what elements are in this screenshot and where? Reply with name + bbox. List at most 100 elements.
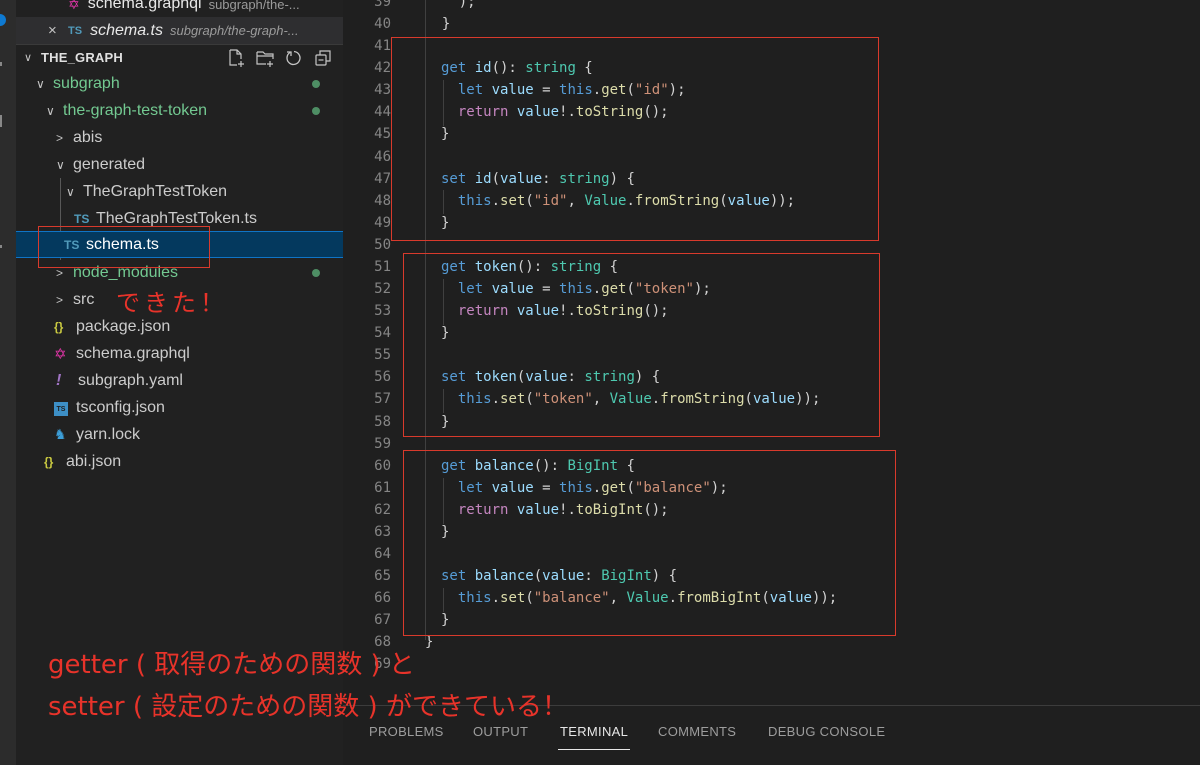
tree-folder-the-graph-test-token[interactable]: ∨ the-graph-test-token	[16, 97, 343, 124]
notification-badge[interactable]	[0, 14, 6, 26]
tree-item-label: subgraph	[53, 74, 120, 92]
annotation-done: できた！	[116, 289, 228, 317]
activity-icon-fragment[interactable]	[0, 62, 2, 66]
annotation-getter: getter ( 取得のための関数 ) と	[48, 650, 415, 680]
refresh-icon[interactable]	[284, 48, 304, 68]
tab-output[interactable]: OUTPUT	[473, 724, 528, 739]
tree-item-label: abi.json	[66, 452, 122, 470]
activity-icon-fragment[interactable]	[0, 115, 2, 127]
line-number: 67	[374, 612, 391, 629]
line-number: 43	[374, 82, 391, 99]
tree-item-label: package.json	[76, 317, 171, 335]
line-number: 56	[374, 369, 391, 386]
line-number: 44	[374, 104, 391, 121]
open-editor-path: subgraph/the-graph-...	[169, 23, 299, 38]
line-number: 50	[374, 236, 391, 253]
tree-item-label: TheGraphTestToken.ts	[96, 209, 257, 227]
line-number: 63	[374, 523, 391, 540]
tab-terminal[interactable]: TERMINAL	[557, 724, 631, 750]
new-file-icon[interactable]	[226, 48, 246, 68]
chevron-down-icon: ∨	[24, 52, 33, 64]
git-modified-dot	[312, 268, 320, 277]
git-modified-dot	[312, 79, 320, 88]
workspace-title: THE_GRAPH	[41, 50, 123, 65]
tsconfig-icon: TS	[54, 400, 76, 416]
line-number: 65	[374, 568, 391, 585]
tree-item-label: src	[73, 290, 95, 308]
line-number: 59	[374, 435, 391, 452]
annotation-setter: setter ( 設定のための関数 ) ができている！	[48, 692, 568, 722]
chevron-down-icon: ∨	[66, 184, 75, 199]
tree-item-label: tsconfig.json	[76, 398, 165, 416]
line-number: 45	[374, 126, 391, 143]
tab-problems[interactable]: PROBLEMS	[369, 724, 444, 739]
line-number: 42	[374, 60, 391, 77]
line-number: 60	[374, 457, 391, 474]
tree-item-label: abis	[73, 128, 103, 146]
tree-folder-subgraph[interactable]: ∨ subgraph	[16, 70, 343, 97]
line-number: 58	[374, 413, 391, 430]
chevron-right-icon: >	[56, 130, 64, 145]
close-icon[interactable]: ×	[48, 22, 68, 39]
line-number: 48	[374, 192, 391, 209]
activity-bar	[0, 0, 16, 765]
chevron-down-icon: ∨	[56, 157, 65, 172]
open-editor-item[interactable]: ✡ schema.graphql subgraph/the-...	[16, 0, 343, 17]
line-number: 54	[374, 325, 391, 342]
activity-icon-fragment[interactable]	[0, 245, 2, 248]
tree-folder-thegraphtesttoken[interactable]: ∨ TheGraphTestToken	[16, 178, 343, 205]
open-editor-name: schema.graphql	[87, 0, 202, 12]
open-editor-name: schema.ts	[90, 21, 163, 39]
tree-file-tsconfig-json[interactable]: TS tsconfig.json	[16, 394, 343, 421]
line-number: 41	[374, 38, 391, 55]
line-number: 64	[374, 546, 391, 562]
tree-file-abi-json[interactable]: {} abi.json	[16, 448, 343, 475]
line-number: 62	[374, 501, 391, 518]
json-braces-icon: {}	[54, 319, 64, 334]
yarn-cat-icon: ♞	[54, 426, 67, 442]
code-line[interactable]: 40 }	[343, 13, 1200, 35]
line-number: 61	[374, 479, 391, 496]
line-number: 49	[374, 214, 391, 231]
line-number: 40	[374, 16, 391, 33]
chevron-right-icon: >	[56, 292, 64, 307]
tree-item-label: subgraph.yaml	[78, 371, 183, 389]
tab-debug-console[interactable]: DEBUG CONSOLE	[768, 724, 885, 739]
highlight-box-token	[403, 253, 880, 437]
tree-item-label: schema.graphql	[76, 344, 190, 362]
highlight-box-balance	[403, 450, 896, 636]
code-text: );	[425, 0, 476, 10]
line-number: 51	[374, 258, 391, 275]
open-editor-item-active[interactable]: × TS schema.ts subgraph/the-graph-...	[16, 17, 343, 44]
typescript-icon: TS	[74, 211, 90, 226]
chevron-down-icon: ∨	[36, 76, 45, 91]
tree-folder-generated[interactable]: ∨ generated	[16, 151, 343, 178]
collapse-all-icon[interactable]	[313, 48, 333, 68]
code-line[interactable]: 69	[343, 653, 1200, 675]
line-number: 53	[374, 303, 391, 320]
tree-item-label: generated	[73, 155, 146, 173]
explorer-section-header[interactable]: ∨ THE_GRAPH	[16, 45, 343, 70]
chevron-down-icon: ∨	[46, 103, 55, 118]
tree-item-label: yarn.lock	[76, 425, 141, 443]
line-number: 55	[374, 347, 391, 364]
line-number: 66	[374, 590, 391, 607]
tree-file-yarn-lock[interactable]: ♞ yarn.lock	[16, 421, 343, 448]
yaml-exclamation-icon: !	[56, 371, 62, 389]
tree-file-schema-graphql[interactable]: ✡ schema.graphql	[16, 340, 343, 367]
line-number: 52	[374, 281, 391, 298]
tree-item-label: the-graph-test-token	[63, 101, 208, 119]
line-number: 57	[374, 391, 391, 408]
tree-folder-abis[interactable]: > abis	[16, 124, 343, 151]
tree-file-subgraph-yaml[interactable]: ! subgraph.yaml	[16, 367, 343, 394]
highlight-box-id	[391, 37, 879, 241]
code-line[interactable]: 39 );	[343, 0, 1200, 13]
graphql-icon: ✡	[68, 0, 80, 12]
tab-comments[interactable]: COMMENTS	[658, 724, 736, 739]
code-editor[interactable]: 39 ); 40 } 41 42 get id(): string {43 let va…	[343, 0, 1200, 705]
new-folder-icon[interactable]	[255, 48, 275, 68]
json-braces-icon: {}	[44, 454, 54, 469]
git-modified-dot	[312, 106, 320, 115]
line-number: 39	[374, 0, 391, 10]
code-text: }	[425, 16, 451, 33]
